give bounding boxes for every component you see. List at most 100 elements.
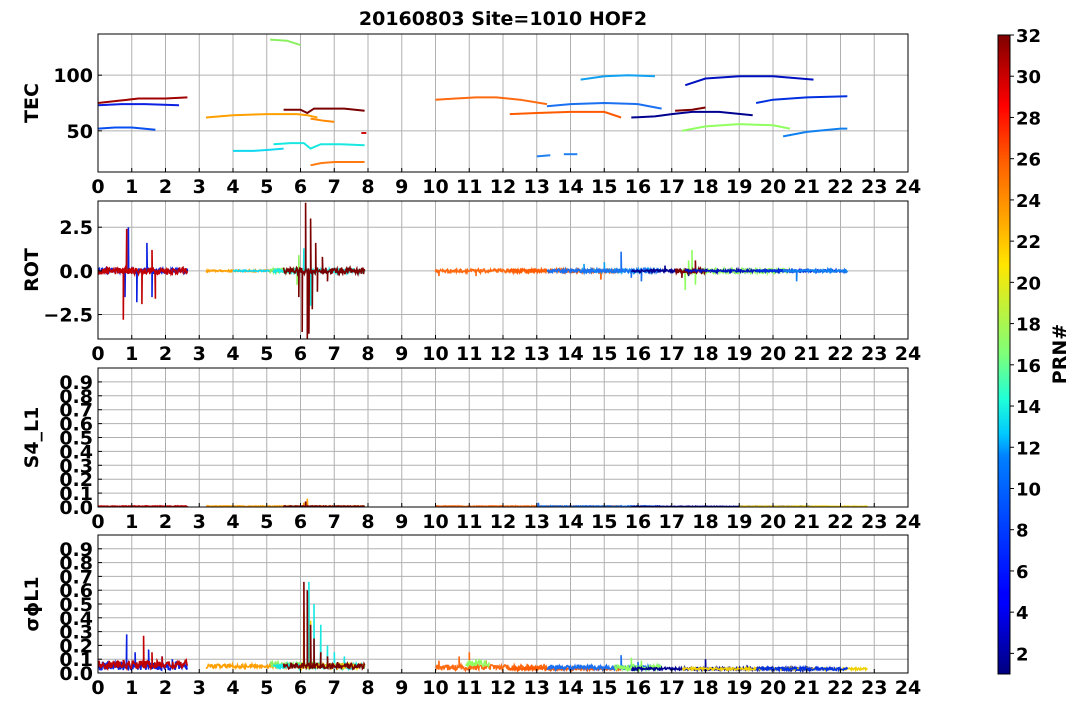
y-axis-label: TEC bbox=[21, 83, 43, 123]
y-axis-label: σϕL1 bbox=[21, 576, 43, 631]
x-tick-label: 16 bbox=[625, 511, 651, 533]
x-tick-label: 8 bbox=[361, 176, 374, 198]
x-tick-label: 5 bbox=[260, 677, 273, 699]
x-tick-label: 4 bbox=[226, 176, 239, 198]
x-tick-label: 3 bbox=[193, 343, 206, 365]
x-tick-label: 10 bbox=[422, 677, 448, 699]
x-tick-label: 20 bbox=[760, 343, 786, 365]
colorbar-tick-label: 6 bbox=[1016, 562, 1029, 583]
x-tick-label: 14 bbox=[557, 343, 583, 365]
x-tick-label: 1 bbox=[125, 677, 138, 699]
x-tick-label: 7 bbox=[328, 176, 341, 198]
x-tick-label: 23 bbox=[861, 176, 887, 198]
x-tick-label: 23 bbox=[861, 511, 887, 533]
x-tick-label: 18 bbox=[692, 343, 718, 365]
series-line-prn-13 bbox=[272, 248, 366, 306]
series-line-prn-32 bbox=[283, 107, 365, 115]
series-line-prn-18 bbox=[681, 123, 791, 132]
panel-1: 0 1 2 3 4 5 6 7 8 9 10 11 12 13 14 15 16 17 18 19 20 21 22 23 24… bbox=[21, 33, 921, 198]
x-tick-label: 14 bbox=[557, 511, 583, 533]
x-tick-label: 23 bbox=[861, 343, 887, 365]
colorbar-tick-label: 4 bbox=[1016, 603, 1029, 624]
x-tick-label: 12 bbox=[490, 176, 516, 198]
x-tick-label: 14 bbox=[557, 176, 583, 198]
series-line-prn-10 bbox=[580, 74, 655, 81]
x-tick-label: 19 bbox=[726, 176, 752, 198]
colorbar-tick-label: 32 bbox=[1016, 26, 1041, 47]
colorbar-tick-label: 26 bbox=[1016, 150, 1041, 171]
plot-area bbox=[98, 38, 848, 167]
series-line-prn-13 bbox=[272, 581, 366, 672]
x-tick-label: 3 bbox=[193, 677, 206, 699]
colorbar-label: PRN# bbox=[1049, 324, 1071, 384]
colorbar-tick-label: 28 bbox=[1016, 108, 1041, 129]
x-tick-label: 2 bbox=[159, 677, 172, 699]
series-line-prn-31 bbox=[98, 635, 189, 672]
grid bbox=[97, 368, 909, 508]
colorbar-tick-label: 24 bbox=[1016, 191, 1041, 212]
x-tick-label: 9 bbox=[395, 343, 408, 365]
x-tick-label: 0 bbox=[91, 677, 104, 699]
x-tick-label: 1 bbox=[125, 343, 138, 365]
y-tick-label: −2.5 bbox=[43, 305, 93, 327]
x-tick-label: 5 bbox=[260, 176, 273, 198]
colorbar-tick-label: 30 bbox=[1016, 67, 1041, 88]
x-tick-label: 9 bbox=[395, 511, 408, 533]
series-line-prn-9 bbox=[782, 127, 848, 138]
x-tick-label: 22 bbox=[827, 176, 853, 198]
x-tick-label: 17 bbox=[659, 511, 685, 533]
series-line-prn-13 bbox=[273, 142, 365, 150]
x-tick-label: 12 bbox=[490, 511, 516, 533]
x-tick-label: 24 bbox=[895, 677, 921, 699]
colorbar-tick-label: 16 bbox=[1016, 356, 1041, 377]
figure: 20160803 Site=1010 HOF2 0 1 2 3 4 5 6 7 8 9 10 11 12… bbox=[21, 8, 1071, 699]
x-tick-label: 19 bbox=[726, 511, 752, 533]
x-tick-label: 17 bbox=[659, 343, 685, 365]
x-tick-label: 10 bbox=[422, 343, 448, 365]
y-tick-label: 100 bbox=[53, 65, 93, 87]
colorbar-tick-label: 14 bbox=[1016, 397, 1041, 418]
x-tick-label: 21 bbox=[794, 677, 820, 699]
x-tick-label: 12 bbox=[490, 677, 516, 699]
panel-4: 0 1 2 3 4 5 6 7 8 9 10 11 12 13 14 15 16 17 18 19 20 21 22 23 24… bbox=[21, 534, 921, 699]
colorbar-tick-label: 22 bbox=[1016, 232, 1041, 253]
x-tick-label: 3 bbox=[193, 511, 206, 533]
x-tick-label: 15 bbox=[591, 677, 617, 699]
x-tick-label: 5 bbox=[260, 343, 273, 365]
x-tick-label: 3 bbox=[193, 176, 206, 198]
figure-title: 20160803 Site=1010 HOF2 bbox=[359, 8, 647, 30]
x-tick-label: 14 bbox=[557, 677, 583, 699]
x-tick-label: 15 bbox=[591, 343, 617, 365]
colorbar-tick-label: 12 bbox=[1016, 438, 1041, 459]
x-tick-label: 7 bbox=[328, 677, 341, 699]
x-tick-label: 2 bbox=[159, 343, 172, 365]
series-line-prn-5 bbox=[755, 95, 848, 104]
x-tick-label: 8 bbox=[361, 343, 374, 365]
x-tick-label: 0 bbox=[91, 343, 104, 365]
x-tick-label: 1 bbox=[125, 176, 138, 198]
plot-area bbox=[98, 498, 868, 507]
series-line-prn-32 bbox=[674, 260, 707, 278]
x-tick-label: 4 bbox=[226, 677, 239, 699]
x-tick-label: 10 bbox=[422, 511, 448, 533]
series-line-prn-17 bbox=[270, 38, 301, 47]
series-line-prn-9 bbox=[98, 126, 156, 131]
x-tick-label: 11 bbox=[456, 677, 482, 699]
x-tick-label: 19 bbox=[726, 343, 752, 365]
x-tick-label: 20 bbox=[760, 511, 786, 533]
series-line-prn-12 bbox=[233, 147, 284, 152]
x-tick-label: 18 bbox=[692, 511, 718, 533]
x-tick-label: 2 bbox=[159, 176, 172, 198]
plot-area bbox=[98, 581, 869, 673]
series-line-prn-27 bbox=[435, 96, 548, 106]
x-tick-label: 10 bbox=[422, 176, 448, 198]
x-tick-label: 13 bbox=[524, 511, 550, 533]
x-tick-label: 17 bbox=[659, 677, 685, 699]
x-tick-label: 5 bbox=[260, 511, 273, 533]
y-axis-label: ROT bbox=[21, 248, 43, 292]
grid bbox=[97, 535, 909, 674]
x-tick-label: 13 bbox=[524, 176, 550, 198]
x-tick-label: 16 bbox=[625, 343, 651, 365]
x-tick-label: 18 bbox=[692, 176, 718, 198]
x-tick-label: 11 bbox=[456, 343, 482, 365]
